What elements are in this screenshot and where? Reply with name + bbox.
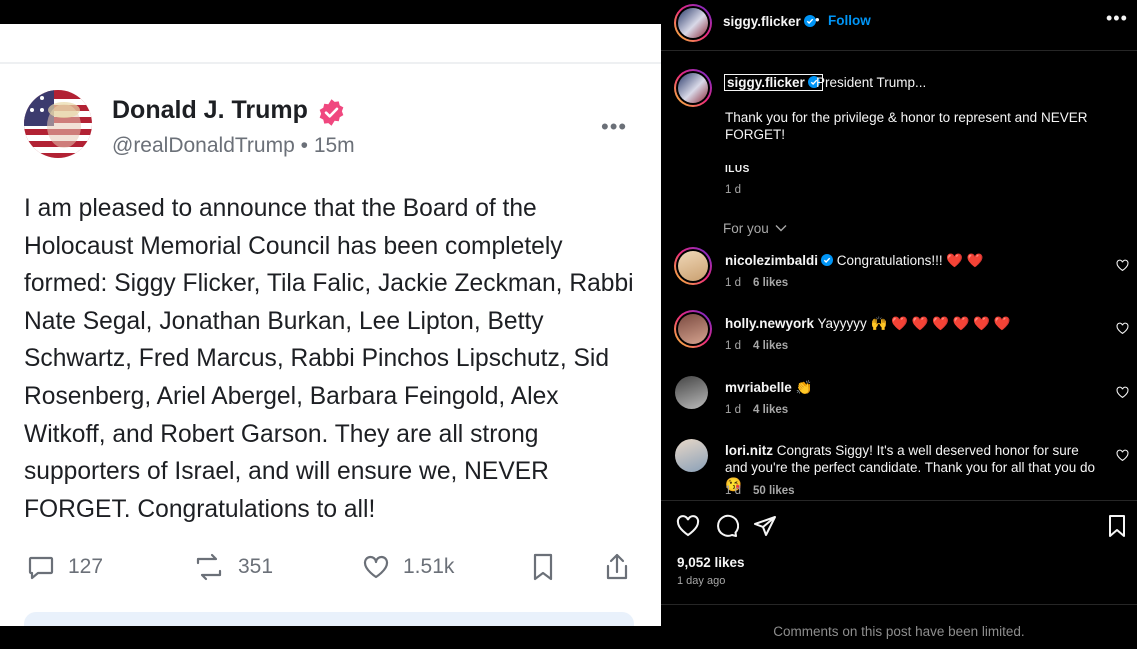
comment-text-line: mvriabelle 👏 xyxy=(725,379,1105,396)
for-you-label: For you xyxy=(723,221,769,236)
truth-screenshot: Donald J. Trump @realDonaldTrump • 15m •… xyxy=(0,24,661,626)
screen: Donald J. Trump @realDonaldTrump • 15m •… xyxy=(0,0,1137,649)
comment-likes[interactable]: 4 likes xyxy=(753,404,788,416)
separator-dot: • xyxy=(300,134,314,157)
bookmark-button[interactable] xyxy=(530,552,556,582)
comment-likes[interactable]: 4 likes xyxy=(753,340,788,352)
comment-avatar[interactable] xyxy=(675,439,708,472)
like-count: 1.51k xyxy=(403,555,455,578)
post-likes[interactable]: 9,052 likes xyxy=(677,555,745,570)
comment-meta: 1 d 6 likes xyxy=(725,277,788,289)
like-button[interactable]: 1.51k xyxy=(361,552,454,582)
comment-username[interactable]: holly.newyork xyxy=(725,316,814,331)
heart-icon[interactable] xyxy=(1116,322,1129,335)
comment-time: 1 d xyxy=(725,404,741,416)
comment-time: 1 d xyxy=(725,340,741,352)
comment-emoji: ❤️ ❤️ xyxy=(946,253,984,268)
post-image: Donald J. Trump @realDonaldTrump • 15m •… xyxy=(0,0,661,649)
header-username-line: siggy.flicker xyxy=(723,14,816,29)
header-username[interactable]: siggy.flicker xyxy=(723,14,801,29)
separator-dot: • xyxy=(815,12,820,27)
caption-lead: President Trump... xyxy=(816,75,927,90)
comment-likes[interactable]: 50 likes xyxy=(753,485,795,497)
comment-icon[interactable] xyxy=(715,514,739,538)
caption-avatar[interactable] xyxy=(674,69,712,107)
retruth-icon xyxy=(196,553,222,581)
comment-emoji: 🙌 ❤️ ❤️ ❤️ ❤️ ❤️ ❤️ xyxy=(870,316,1011,331)
comment-likes[interactable]: 6 likes xyxy=(753,277,788,289)
follow-button[interactable]: Follow xyxy=(828,13,871,28)
retruth-count: 351 xyxy=(238,555,274,578)
comment-meta: 1 d 4 likes xyxy=(725,340,788,352)
header-avatar[interactable] xyxy=(674,4,712,42)
divider xyxy=(661,500,1137,501)
verified-badge-icon xyxy=(803,15,816,27)
heart-icon[interactable] xyxy=(1116,386,1129,399)
heart-icon[interactable] xyxy=(1116,259,1129,272)
tweet-text: I am pleased to announce that the Board … xyxy=(24,195,634,523)
tweet-handle-line: @realDonaldTrump • 15m xyxy=(112,134,355,158)
caption-tag: ILUS xyxy=(725,164,750,175)
verified-badge-icon xyxy=(821,254,834,266)
comment-text: Congratulations!!! xyxy=(836,253,943,268)
like-icon xyxy=(363,555,389,579)
tweet-avatar xyxy=(24,90,92,158)
verified-badge-icon xyxy=(319,99,344,126)
comment-text-line: holly.newyork Yayyyyy 🙌 ❤️ ❤️ ❤️ ❤️ ❤️ ❤… xyxy=(725,315,1105,332)
share-icon xyxy=(606,553,628,580)
post-header: siggy.flicker • Follow ••• xyxy=(661,0,1137,51)
next-post-preview xyxy=(24,612,634,626)
heart-icon[interactable] xyxy=(1116,449,1129,462)
tweet-time: 15m xyxy=(313,134,355,157)
comment-text: Yayyyyy xyxy=(817,316,867,331)
comment-avatar[interactable] xyxy=(675,376,708,409)
comments-limited-notice: Comments on this post have been limited. xyxy=(773,624,1025,639)
comment-username[interactable]: mvriabelle xyxy=(725,380,792,395)
comment-avatar[interactable] xyxy=(674,247,712,285)
caption-username[interactable]: siggy.flicker xyxy=(724,74,823,91)
comment-time: 1 d xyxy=(725,277,741,289)
chevron-down-icon xyxy=(775,225,787,232)
reply-button[interactable]: 127 xyxy=(26,552,103,582)
reply-icon xyxy=(28,556,54,580)
share-icon[interactable] xyxy=(753,514,777,538)
bookmark-icon xyxy=(533,553,553,581)
screenshot-top-bar xyxy=(0,24,661,64)
tweet-handle[interactable]: @realDonaldTrump xyxy=(112,134,295,157)
caption-time: 1 d xyxy=(725,184,741,196)
more-options-icon[interactable]: ••• xyxy=(601,114,627,140)
instagram-post-panel: siggy.flicker • Follow ••• siggy.flicker… xyxy=(661,0,1137,649)
retruth-button[interactable]: 351 xyxy=(192,552,273,582)
heart-icon[interactable] xyxy=(676,514,700,538)
post-time: 1 day ago xyxy=(677,575,726,587)
tweet-author-name[interactable]: Donald J. Trump xyxy=(112,96,308,125)
ellipsis-icon[interactable]: ••• xyxy=(1106,8,1128,29)
caption-body: Thank you for the privilege & honor to r… xyxy=(725,110,1088,142)
comment-avatar[interactable] xyxy=(674,310,712,348)
share-button[interactable] xyxy=(603,552,631,582)
comment-emoji: 👏 xyxy=(795,380,813,395)
comment-text: Congrats Siggy! It's a well deserved hon… xyxy=(725,443,1096,475)
comment-time: 1 d xyxy=(725,485,741,497)
tweet-action-bar: 127 351 1.51k xyxy=(0,552,661,592)
avatar-flag-portrait-icon xyxy=(24,90,92,158)
comment-meta: 1 d 50 likes xyxy=(725,485,795,497)
comment-meta: 1 d 4 likes xyxy=(725,404,788,416)
reply-count: 127 xyxy=(68,555,104,578)
comment-username[interactable]: lori.nitz xyxy=(725,443,773,458)
save-icon[interactable] xyxy=(1105,514,1129,538)
divider xyxy=(661,604,1137,605)
for-you-dropdown[interactable]: For you xyxy=(723,221,787,236)
comment-username[interactable]: nicolezimbaldi xyxy=(725,253,818,268)
comment-text-line: nicolezimbaldi Congratulations!!! ❤️ ❤️ xyxy=(725,252,1105,269)
